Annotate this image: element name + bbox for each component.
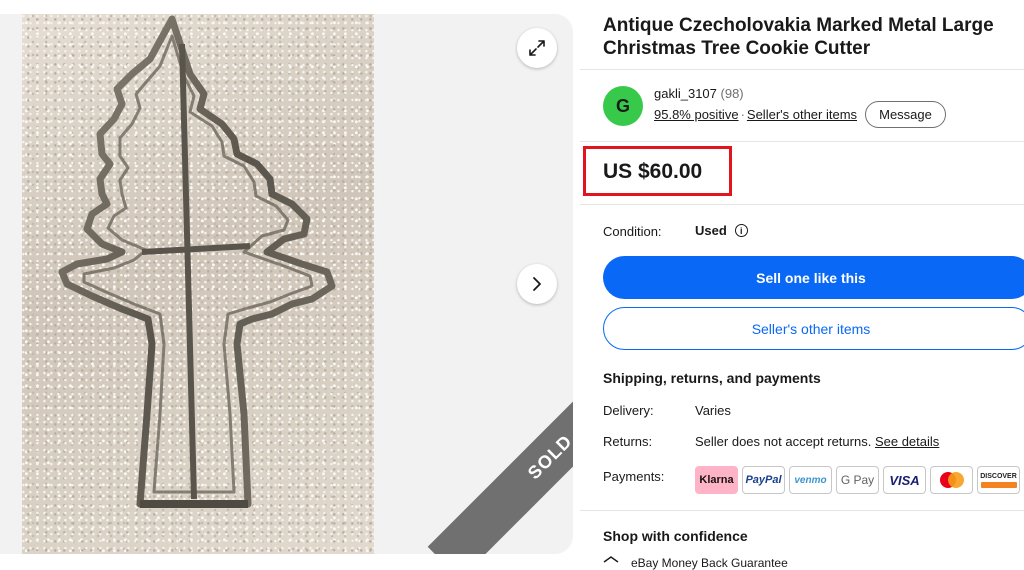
expand-image-button[interactable] [517, 28, 557, 68]
delivery-label: Delivery: [603, 403, 654, 418]
divider [580, 510, 1024, 511]
sellers-other-items-button[interactable]: Seller's other items [603, 307, 1024, 350]
discover-icon: DISCOVER [977, 466, 1020, 494]
condition-label: Condition: [603, 224, 662, 239]
visa-icon: VISA [883, 466, 926, 494]
klarna-icon: Klarna [695, 466, 738, 494]
cookie-cutter-illustration [58, 15, 336, 508]
divider [580, 141, 1024, 142]
next-image-button[interactable] [517, 264, 557, 304]
guarantee-text: eBay Money Back Guarantee [631, 556, 788, 570]
seller-other-items-link[interactable]: Seller's other items [747, 107, 857, 122]
returns-label: Returns: [603, 434, 653, 449]
condition-value-group: Used i [695, 223, 748, 238]
condition-value: Used [695, 223, 727, 238]
seller-feedback-count[interactable]: (98) [721, 86, 744, 101]
shipping-section-title: Shipping, returns, and payments [603, 370, 821, 386]
seller-links: 95.8% positive · Seller's other items [654, 107, 857, 122]
product-photo[interactable] [22, 14, 374, 554]
image-gallery: SOLD [0, 14, 573, 554]
chevron-right-icon [533, 277, 541, 291]
mastercard-icon [930, 466, 973, 494]
returns-value: Seller does not accept returns. [695, 434, 872, 449]
discover-bar [980, 481, 1017, 488]
see-details-link[interactable]: See details [875, 434, 939, 449]
seller-name[interactable]: gakli_3107 [654, 86, 717, 101]
expand-icon [529, 40, 545, 56]
info-icon[interactable]: i [734, 224, 748, 237]
divider [580, 204, 1024, 205]
discover-label: DISCOVER [980, 472, 1017, 480]
delivery-value: Varies [695, 403, 731, 418]
seller-positive-link[interactable]: 95.8% positive [654, 107, 739, 122]
payment-methods: Klarna PayPal venmo G Pay VISA DISCOVER [695, 466, 1024, 494]
item-price: US $60.00 [603, 160, 703, 183]
sold-ribbon: SOLD [427, 334, 573, 554]
sell-one-like-this-button[interactable]: Sell one like this [603, 256, 1024, 299]
separator-dot: · [740, 107, 745, 122]
seller-name-line: gakli_3107 (98) [654, 86, 744, 101]
money-back-guarantee: eBay Money Back Guarantee [603, 556, 788, 570]
listing-title: Antique Czecholovakia Marked Metal Large… [603, 15, 994, 59]
google-pay-icon: G Pay [836, 466, 879, 494]
payments-label: Payments: [603, 469, 665, 484]
divider [580, 69, 1024, 70]
returns-value-group: Seller does not accept returns. See deta… [695, 434, 939, 449]
message-seller-button[interactable]: Message [865, 101, 946, 128]
confidence-section-title: Shop with confidence [603, 528, 748, 544]
seller-avatar[interactable]: G [603, 86, 643, 126]
shield-icon [603, 556, 619, 563]
paypal-icon: PayPal [742, 466, 785, 494]
venmo-icon: venmo [789, 466, 832, 494]
